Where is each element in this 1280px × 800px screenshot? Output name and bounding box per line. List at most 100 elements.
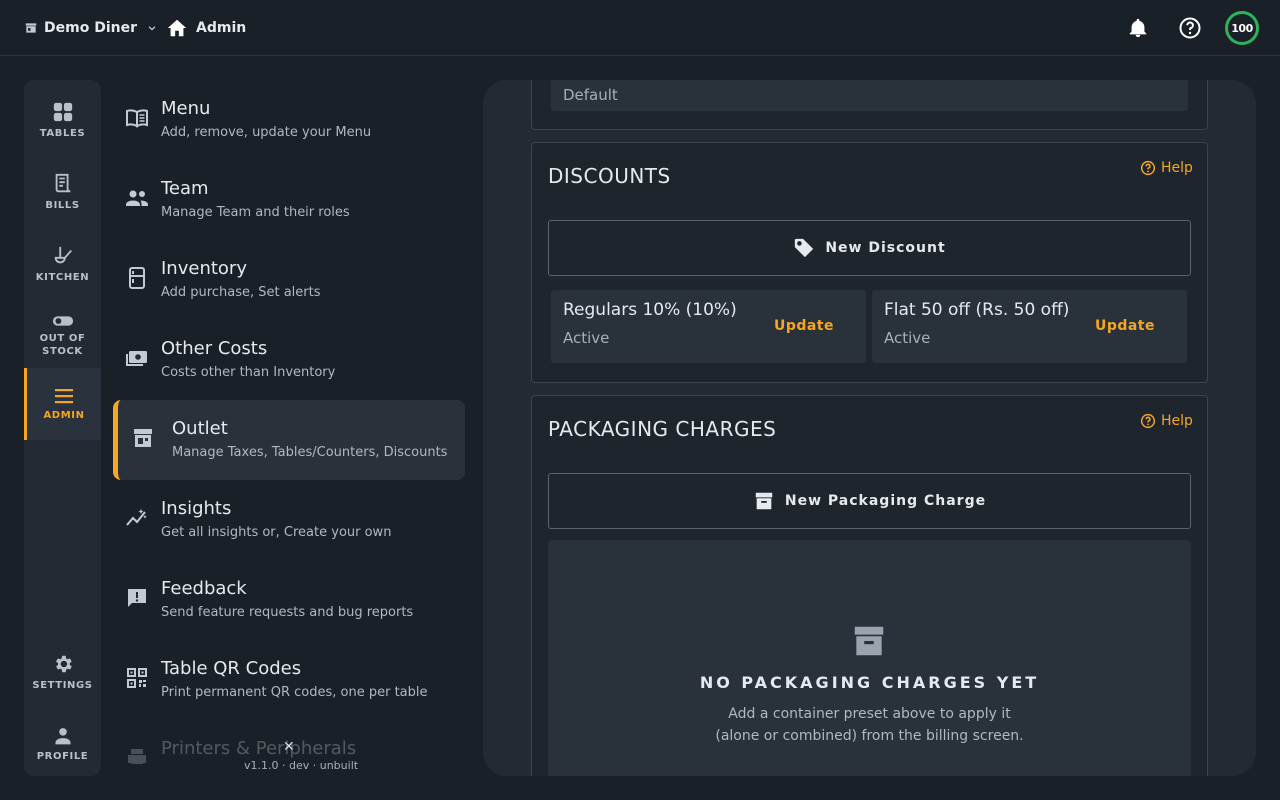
new-discount-label: New Discount <box>825 240 946 256</box>
nav-rail: TABLES BILLS KITCHEN OUT OF STOCK ADMIN S… <box>24 80 101 776</box>
rail-item-bills[interactable]: BILLS <box>24 160 101 224</box>
discounts-help-link[interactable]: Help <box>1140 160 1193 176</box>
menu-item-subtitle: Print permanent QR codes, one per table <box>161 685 428 700</box>
rail-item-tables[interactable]: TABLES <box>24 88 101 152</box>
menu-item-subtitle: Add, remove, update your Menu <box>161 125 372 140</box>
discount-name: Flat 50 off (Rs. 50 off) <box>884 300 1070 320</box>
menu-item-subtitle: Manage Taxes, Tables/Counters, Discounts <box>172 445 448 460</box>
money-icon <box>125 346 149 370</box>
discount-status: Active <box>563 329 610 347</box>
menu-item-title: Inventory <box>161 258 247 279</box>
discounts-card: DISCOUNTS Help New Discount Regulars 10%… <box>531 142 1208 383</box>
setting-row: Default <box>551 80 1188 111</box>
rail-item-settings[interactable]: SETTINGS <box>24 640 101 704</box>
restaurant-name: Demo Diner <box>44 20 137 36</box>
menu-item-title: Table QR Codes <box>161 658 302 679</box>
rail-label: OUT OF STOCK <box>39 333 86 357</box>
menu-item-menu[interactable]: Menu Add, remove, update your Menu <box>113 80 465 160</box>
rail-item-kitchen[interactable]: KITCHEN <box>24 232 101 296</box>
book-icon <box>125 106 149 130</box>
packaging-empty-state: NO PACKAGING CHARGES YET Add a container… <box>548 540 1191 776</box>
credits-badge[interactable]: 100 <box>1225 11 1259 45</box>
help-icon[interactable] <box>1178 16 1202 40</box>
insights-icon <box>125 506 149 530</box>
help-label: Help <box>1161 413 1193 429</box>
menu-item-team[interactable]: Team Manage Team and their roles <box>113 160 465 240</box>
receipt-icon <box>52 173 74 195</box>
menu-item-title: Printers & Peripherals <box>161 738 357 759</box>
top-bar: Demo Diner Admin 100 <box>0 0 1280 56</box>
rail-item-admin[interactable]: ADMIN <box>24 368 101 440</box>
menu-item-insights[interactable]: Insights Get all insights or, Create you… <box>113 480 465 560</box>
menu-item-subtitle: Get all insights or, Create your own <box>161 525 392 540</box>
menu-item-title: Outlet <box>172 418 228 439</box>
new-packaging-charge-button[interactable]: New Packaging Charge <box>548 473 1191 529</box>
rail-label: PROFILE <box>36 750 89 762</box>
discount-update-button[interactable]: Update <box>774 318 834 334</box>
breadcrumb-label: Admin <box>196 20 247 36</box>
menu-item-feedback[interactable]: Feedback Send feature requests and bug r… <box>113 560 465 640</box>
home-icon <box>166 17 188 39</box>
archive-box-icon <box>850 622 888 660</box>
packaging-card: PACKAGING CHARGES Help New Packaging Cha… <box>531 395 1208 776</box>
rail-item-out-of-stock[interactable]: OUT OF STOCK <box>24 302 101 370</box>
menu-item-subtitle: Costs other than Inventory <box>161 365 336 380</box>
ladle-icon <box>52 245 74 267</box>
version-label: v1.1.0 · dev · unbuilt <box>244 759 359 772</box>
new-discount-button[interactable]: New Discount <box>548 220 1191 276</box>
new-packaging-label: New Packaging Charge <box>784 493 987 509</box>
menu-item-subtitle: Send feature requests and bug reports <box>161 605 414 620</box>
rail-item-profile[interactable]: PROFILE <box>24 712 101 776</box>
hamburger-icon <box>54 387 74 405</box>
restaurant-switcher[interactable]: Demo Diner <box>24 18 157 38</box>
qr-code-icon <box>125 666 149 690</box>
toggle-icon <box>52 314 74 328</box>
rail-label: ADMIN <box>43 409 85 421</box>
settings-card: Default <box>531 80 1208 130</box>
discounts-title: DISCOUNTS <box>548 164 671 188</box>
rail-label: SETTINGS <box>32 679 93 691</box>
printer-icon <box>125 746 149 764</box>
menu-item-other-costs[interactable]: Other Costs Costs other than Inventory <box>113 320 465 400</box>
rail-label: KITCHEN <box>35 271 90 283</box>
menu-item-title: Feedback <box>161 578 247 599</box>
help-circle-icon <box>1140 413 1156 429</box>
empty-state-title: NO PACKAGING CHARGES YET <box>699 673 1040 692</box>
discount-status: Active <box>884 329 931 347</box>
help-label: Help <box>1161 160 1193 176</box>
archive-box-icon <box>753 490 775 512</box>
setting-status: Default <box>563 86 618 104</box>
menu-item-title: Team <box>161 178 209 199</box>
people-icon <box>125 186 149 210</box>
discount-update-button[interactable]: Update <box>1095 318 1155 334</box>
outlet-panel: Default DISCOUNTS Help New Discount Regu… <box>483 80 1256 776</box>
breadcrumb[interactable]: Admin <box>166 16 246 40</box>
menu-item-table-qr-codes[interactable]: Table QR Codes Print permanent QR codes,… <box>113 640 465 720</box>
storefront-icon <box>131 426 155 450</box>
menu-item-subtitle: Add purchase, Set alerts <box>161 285 321 300</box>
gear-icon <box>52 653 74 675</box>
menu-item-inventory[interactable]: Inventory Add purchase, Set alerts <box>113 240 465 320</box>
person-icon <box>53 726 73 746</box>
tag-icon <box>793 237 815 259</box>
rail-label: TABLES <box>39 127 86 139</box>
help-circle-icon <box>1140 160 1156 176</box>
menu-item-title: Other Costs <box>161 338 268 359</box>
close-icon[interactable]: ✕ <box>283 739 295 755</box>
packaging-help-link[interactable]: Help <box>1140 413 1193 429</box>
grid-icon <box>52 101 74 123</box>
bell-icon[interactable] <box>1126 16 1150 40</box>
discount-item: Flat 50 off (Rs. 50 off) Active Update <box>872 290 1187 363</box>
fridge-icon <box>125 266 149 290</box>
packaging-title: PACKAGING CHARGES <box>548 417 777 441</box>
menu-item-subtitle: Manage Team and their roles <box>161 205 350 220</box>
admin-menu: Menu Add, remove, update your Menu Team … <box>113 80 465 764</box>
feedback-icon <box>125 586 149 610</box>
discount-name: Regulars 10% (10%) <box>563 300 737 320</box>
chevron-down-icon <box>147 23 157 33</box>
menu-item-title: Insights <box>161 498 232 519</box>
rail-label: BILLS <box>45 199 80 211</box>
store-icon <box>24 21 38 35</box>
empty-state-description: Add a container preset above to apply it… <box>715 706 1024 744</box>
menu-item-outlet[interactable]: Outlet Manage Taxes, Tables/Counters, Di… <box>113 400 465 480</box>
